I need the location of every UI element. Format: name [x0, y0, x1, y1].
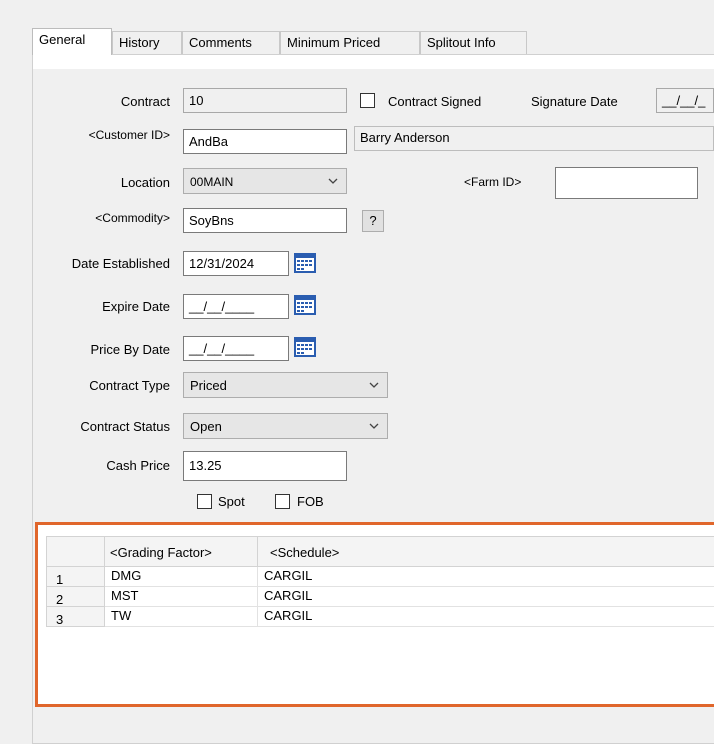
commodity-label[interactable]: <Commodity> [95, 211, 170, 225]
spot-label: Spot [218, 494, 245, 509]
contract-label: Contract [120, 94, 170, 109]
contract-signed-checkbox[interactable] [360, 93, 375, 108]
signature-date-label: Signature Date [531, 94, 618, 109]
fob-checkbox[interactable] [275, 494, 290, 509]
location-label: Location [120, 175, 170, 190]
contract-type-value: Priced [190, 378, 227, 393]
location-select[interactable]: 00MAIN [183, 168, 347, 194]
calendar-icon[interactable] [293, 294, 317, 316]
commodity-field[interactable]: SoyBns [183, 208, 347, 233]
contract-type-label: Contract Type [89, 378, 170, 393]
farm-id-label[interactable]: <Farm ID> [464, 175, 521, 189]
contract-status-value: Open [190, 419, 222, 434]
calendar-icon[interactable] [293, 252, 317, 274]
contract-type-select[interactable]: Priced [183, 372, 388, 398]
fob-label: FOB [297, 494, 324, 509]
contract-signed-label: Contract Signed [388, 94, 482, 109]
price-by-date-label: Price By Date [90, 342, 170, 357]
chevron-down-icon [369, 423, 379, 429]
tab-history[interactable]: History [112, 31, 182, 55]
signature-date-field[interactable]: __/__/_ [656, 88, 714, 113]
contract-status-select[interactable]: Open [183, 413, 388, 439]
calendar-icon[interactable] [293, 336, 317, 358]
tab-splitout-info[interactable]: Splitout Info [420, 31, 527, 55]
grid-highlight-outline [35, 522, 714, 707]
customer-name-field: Barry Anderson [354, 126, 714, 151]
customer-id-label[interactable]: <Customer ID> [89, 128, 170, 142]
cash-price-label: Cash Price [106, 458, 170, 473]
expire-date-field[interactable]: __/__/____ [183, 294, 289, 319]
chevron-down-icon [328, 178, 338, 184]
contract-status-label: Contract Status [80, 419, 170, 434]
panel-top-band [33, 55, 714, 69]
farm-id-field[interactable] [555, 167, 698, 199]
price-by-date-field[interactable]: __/__/____ [183, 336, 289, 361]
location-value: 00MAIN [190, 175, 234, 189]
tab-comments[interactable]: Comments [182, 31, 280, 55]
chevron-down-icon [369, 382, 379, 388]
cash-price-field[interactable]: 13.25 [183, 451, 347, 481]
tab-minimum-priced[interactable]: Minimum Priced [280, 31, 420, 55]
tab-general[interactable]: General [32, 28, 112, 55]
date-established-label: Date Established [71, 256, 170, 271]
date-established-field[interactable]: 12/31/2024 [183, 251, 289, 276]
contract-field[interactable]: 10 [183, 88, 347, 113]
expire-date-label: Expire Date [102, 299, 170, 314]
window-top-area [0, 0, 714, 28]
customer-id-field[interactable]: AndBa [183, 129, 347, 154]
commodity-lookup-button[interactable]: ? [362, 210, 384, 232]
spot-checkbox[interactable] [197, 494, 212, 509]
